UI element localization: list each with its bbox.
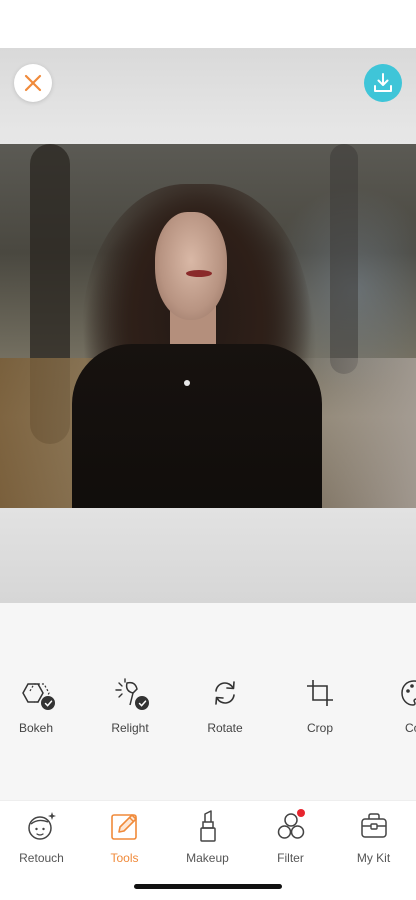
portrait-photo[interactable] — [0, 144, 416, 508]
crop-icon — [307, 680, 333, 706]
tab-filter[interactable]: Filter — [249, 809, 332, 865]
rotate-arrows-icon — [215, 681, 235, 705]
tab-label: My Kit — [356, 851, 391, 865]
tab-label: Filter — [277, 851, 304, 865]
tool-label: Col — [404, 721, 416, 735]
makeup-lipstick-icon — [199, 810, 216, 842]
tab-label: Retouch — [19, 851, 64, 865]
tool-label: Bokeh — [18, 721, 54, 735]
editor-canvas — [0, 48, 416, 603]
close-button[interactable] — [14, 64, 52, 102]
color-palette-icon — [401, 680, 416, 706]
my-kit-bag-icon — [360, 813, 387, 838]
tool-color[interactable]: Col — [374, 675, 416, 735]
checkmark-icon — [40, 695, 56, 711]
tool-relight[interactable]: Relight — [90, 675, 170, 735]
notification-dot — [296, 809, 305, 817]
tab-retouch[interactable]: Retouch — [0, 809, 83, 865]
status-bar — [0, 0, 416, 48]
retouch-face-icon — [27, 812, 56, 840]
checkmark-icon — [134, 695, 150, 711]
tool-label: Relight — [111, 721, 149, 735]
tool-crop[interactable]: Crop — [280, 675, 360, 735]
tools-panel: Bokeh Relight Rotate Crop C — [0, 603, 416, 800]
tool-rotate[interactable]: Rotate — [185, 675, 265, 735]
tab-makeup[interactable]: Makeup — [166, 809, 249, 865]
tab-my-kit[interactable]: My Kit — [332, 809, 415, 865]
tab-label: Makeup — [186, 851, 229, 865]
tool-label: Rotate — [207, 721, 243, 735]
tool-label: Crop — [306, 721, 333, 735]
tool-bokeh[interactable]: Bokeh — [0, 675, 76, 735]
home-indicator[interactable] — [134, 884, 282, 889]
tools-carousel[interactable]: Bokeh Relight Rotate Crop C — [0, 675, 416, 745]
tab-label: Tools — [110, 851, 139, 865]
download-button[interactable] — [364, 64, 402, 102]
download-icon — [374, 73, 392, 92]
close-x-icon — [24, 74, 42, 92]
tab-tools[interactable]: Tools — [83, 809, 166, 865]
tools-pencil-icon — [110, 814, 137, 840]
